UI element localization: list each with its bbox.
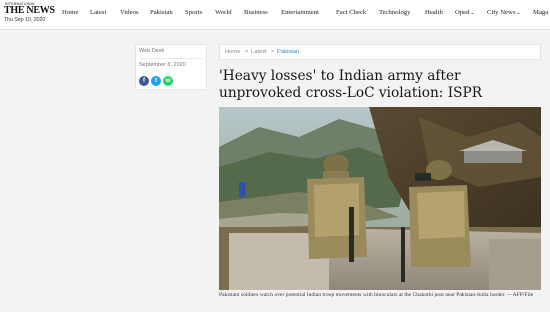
article-photo <box>219 107 541 290</box>
breadcrumb: Home > Latest > Pakistan <box>219 44 541 60</box>
nav-magazine[interactable]: Maga <box>533 9 548 16</box>
photo-caption: Pakistani soldiers watch over potential … <box>219 292 534 298</box>
nav-entertainment[interactable]: Entertainment <box>281 9 319 16</box>
site-header: INTERNATIONAL THE NEWS Thu Sep 10, 2020 … <box>0 0 550 30</box>
whatsapp-icon[interactable]: w <box>163 76 173 86</box>
breadcrumb-separator: > <box>271 49 275 55</box>
nav-health[interactable]: Health <box>425 9 443 16</box>
nav-world[interactable]: World <box>215 9 232 16</box>
site-logo[interactable]: INTERNATIONAL THE NEWS Thu Sep 10, 2020 <box>4 2 56 28</box>
publish-date: September 8, 2020 <box>139 62 186 68</box>
nav-fact-check[interactable]: Fact Check <box>336 9 366 16</box>
nav-city-news-label: City News <box>487 9 516 16</box>
breadcrumb-separator: > <box>245 49 249 55</box>
nav-latest[interactable]: Latest <box>90 9 106 16</box>
article-meta: Web Desk September 8, 2020 f t w <box>135 44 207 90</box>
facebook-icon[interactable]: f <box>139 76 149 86</box>
nav-oped[interactable]: Oped⌄ <box>455 9 475 16</box>
chevron-down-icon: ⌄ <box>470 11 475 16</box>
divider <box>139 58 203 59</box>
nav-sports[interactable]: Sports <box>185 9 202 16</box>
breadcrumb-latest[interactable]: Latest <box>251 49 267 55</box>
breadcrumb-home[interactable]: Home <box>225 49 240 55</box>
header-date: Thu Sep 10, 2020 <box>4 17 46 23</box>
nav-business[interactable]: Business <box>244 9 268 16</box>
nav-videos[interactable]: Videos <box>120 9 139 16</box>
chevron-down-icon: ⌄ <box>516 11 521 16</box>
logo-name: THE NEWS <box>4 5 55 16</box>
nav-pakistan[interactable]: Pakistan <box>150 9 173 16</box>
nav-city-news[interactable]: City News⌄ <box>487 9 521 16</box>
breadcrumb-current[interactable]: Pakistan <box>277 49 299 55</box>
article-headline: 'Heavy losses' to Indian army after unpr… <box>219 68 483 101</box>
author-name[interactable]: Web Desk <box>139 48 164 54</box>
nav-oped-label: Oped <box>455 9 470 16</box>
twitter-icon[interactable]: t <box>151 76 161 86</box>
nav-technology[interactable]: Technology <box>379 9 410 16</box>
nav-home[interactable]: Home <box>62 9 78 16</box>
